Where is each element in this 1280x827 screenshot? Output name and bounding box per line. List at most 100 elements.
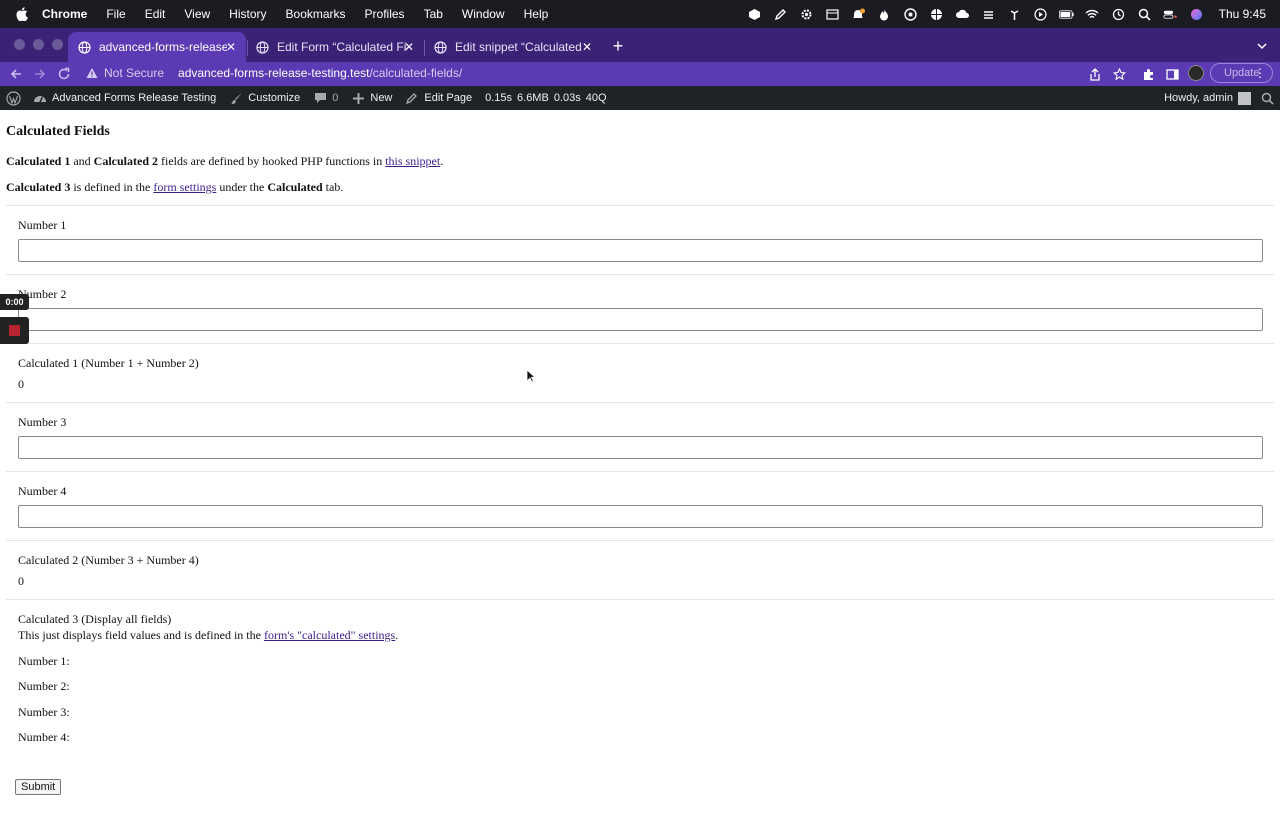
menu-edit[interactable]: Edit: [145, 7, 166, 21]
number4-label: Number 4: [18, 484, 67, 498]
menu-window[interactable]: Window: [462, 7, 505, 21]
tab-edit-snippet[interactable]: Edit snippet “Calculated Fields ✕: [424, 32, 602, 62]
user-avatar[interactable]: [1238, 91, 1251, 105]
gear-icon[interactable]: [799, 7, 814, 22]
play-icon[interactable]: [1033, 7, 1048, 22]
security-label[interactable]: Not Secure: [104, 66, 164, 80]
calculated-settings-link[interactable]: form's "calculated" settings: [264, 628, 395, 642]
menu-help[interactable]: Help: [524, 7, 549, 21]
calc3-line-number1: Number 1:: [18, 654, 70, 668]
menu-history[interactable]: History: [229, 7, 266, 21]
warning-icon[interactable]: [86, 67, 98, 79]
bold-text: Calculated: [267, 180, 323, 194]
address-bar[interactable]: Not Secure advanced-forms-release-testin…: [80, 62, 1130, 84]
text: and: [70, 154, 94, 168]
snippet-link[interactable]: this snippet: [385, 154, 440, 168]
admin-account: Howdy, admin: [1164, 86, 1280, 110]
cloud-icon[interactable]: [955, 7, 970, 22]
share-icon[interactable]: [1087, 66, 1103, 82]
extensions-icon[interactable]: [1140, 66, 1156, 82]
number2-input[interactable]: [18, 308, 1263, 331]
reload-icon[interactable]: [56, 66, 72, 82]
db-time-stat[interactable]: 0.03s: [554, 92, 581, 104]
new-content-item[interactable]: New: [351, 91, 392, 105]
tab-strip: advanced-forms-release-testi ✕ Edit Form…: [0, 28, 1280, 62]
back-arrow-icon[interactable]: [8, 66, 24, 82]
chevron-down-icon[interactable]: [1256, 40, 1268, 52]
number1-input[interactable]: [18, 239, 1263, 262]
wordpress-logo-icon[interactable]: [6, 90, 21, 106]
cube-icon[interactable]: [747, 7, 762, 22]
globe-icon: [434, 40, 447, 54]
howdy-label[interactable]: Howdy, admin: [1164, 92, 1233, 104]
zoom-window-button[interactable]: [52, 39, 63, 50]
customize-label: Customize: [248, 92, 301, 104]
menu-tab[interactable]: Tab: [424, 7, 443, 21]
window-controls: [14, 39, 63, 50]
tab-edit-form[interactable]: Edit Form “Calculated Fields” ‹ ✕: [246, 32, 424, 62]
new-tab-button[interactable]: +: [610, 37, 626, 55]
menubar-clock[interactable]: Thu 9:45: [1219, 7, 1266, 21]
close-window-button[interactable]: [14, 39, 25, 50]
search-icon[interactable]: [1261, 92, 1274, 105]
menu-file[interactable]: File: [106, 7, 125, 21]
siri-icon[interactable]: [1189, 7, 1204, 22]
query-count-stat[interactable]: 40Q: [586, 92, 607, 104]
edit-page-label: Edit Page: [424, 92, 473, 104]
form-settings-link[interactable]: form settings: [153, 180, 216, 194]
control-center-icon[interactable]: [1163, 7, 1178, 22]
wifi-icon[interactable]: [1085, 7, 1100, 22]
brush-icon: [229, 91, 243, 105]
plus-icon: [351, 91, 365, 105]
calc2-label: Calculated 2 (Number 3 + Number 4): [18, 553, 199, 567]
minimize-window-button[interactable]: [33, 39, 44, 50]
recording-timer: 0:00: [0, 294, 29, 310]
battery-icon[interactable]: [1058, 7, 1074, 22]
menu-view[interactable]: View: [184, 7, 210, 21]
memory-stat[interactable]: 6.6MB: [517, 92, 549, 104]
menu-app-name[interactable]: Chrome: [42, 7, 87, 21]
status-area: Thu 9:45: [747, 0, 1266, 28]
comment-icon: [313, 91, 327, 105]
close-tab-icon[interactable]: ✕: [402, 40, 416, 54]
stop-recording-button[interactable]: [0, 317, 29, 344]
tab-calculated-fields[interactable]: advanced-forms-release-testi ✕: [68, 32, 246, 62]
bookmark-star-icon[interactable]: [1111, 66, 1127, 82]
apple-icon[interactable]: [14, 7, 28, 21]
calc3-line-number3: Number 3:: [18, 705, 70, 719]
pen-icon[interactable]: [773, 7, 788, 22]
window-icon[interactable]: [825, 7, 840, 22]
url-host: advanced-forms-release-testing.test: [178, 66, 370, 80]
ball-icon[interactable]: [929, 7, 944, 22]
text: under the: [216, 180, 268, 194]
close-tab-icon[interactable]: ✕: [224, 40, 238, 54]
side-panel-icon[interactable]: [1164, 66, 1180, 82]
menu-profiles[interactable]: Profiles: [365, 7, 405, 21]
menu-bookmarks[interactable]: Bookmarks: [286, 7, 346, 21]
update-button[interactable]: Update ⋮: [1210, 63, 1273, 83]
site-name-item[interactable]: Advanced Forms Release Testing: [33, 91, 216, 105]
text: .: [395, 628, 399, 642]
flame-icon[interactable]: [877, 7, 892, 22]
profile-avatar[interactable]: [1188, 65, 1204, 81]
stack-icon[interactable]: [981, 7, 996, 22]
antenna-icon[interactable]: [1007, 7, 1022, 22]
close-tab-icon[interactable]: ✕: [580, 40, 594, 54]
edit-page-item[interactable]: Edit Page: [405, 91, 472, 105]
more-menu-icon[interactable]: ⋮: [1254, 66, 1266, 80]
spotlight-icon[interactable]: [1137, 7, 1152, 22]
p-circle-icon[interactable]: [903, 7, 918, 22]
number4-input[interactable]: [18, 505, 1263, 528]
number3-input[interactable]: [18, 436, 1263, 459]
submit-button[interactable]: Submit: [15, 779, 62, 795]
customize-item[interactable]: Customize: [229, 91, 300, 105]
calc3-label: Calculated 3 (Display all fields): [18, 612, 172, 626]
forward-arrow-icon[interactable]: [32, 66, 48, 82]
query-time-stat[interactable]: 0.15s: [485, 92, 512, 104]
text: .: [440, 154, 444, 168]
tab-title: Edit Form “Calculated Fields” ‹: [277, 40, 407, 54]
notification-icon[interactable]: [851, 7, 866, 22]
mouse-cursor-icon: [526, 369, 536, 383]
time-machine-icon[interactable]: [1111, 7, 1126, 22]
comments-item[interactable]: 0: [313, 91, 338, 105]
